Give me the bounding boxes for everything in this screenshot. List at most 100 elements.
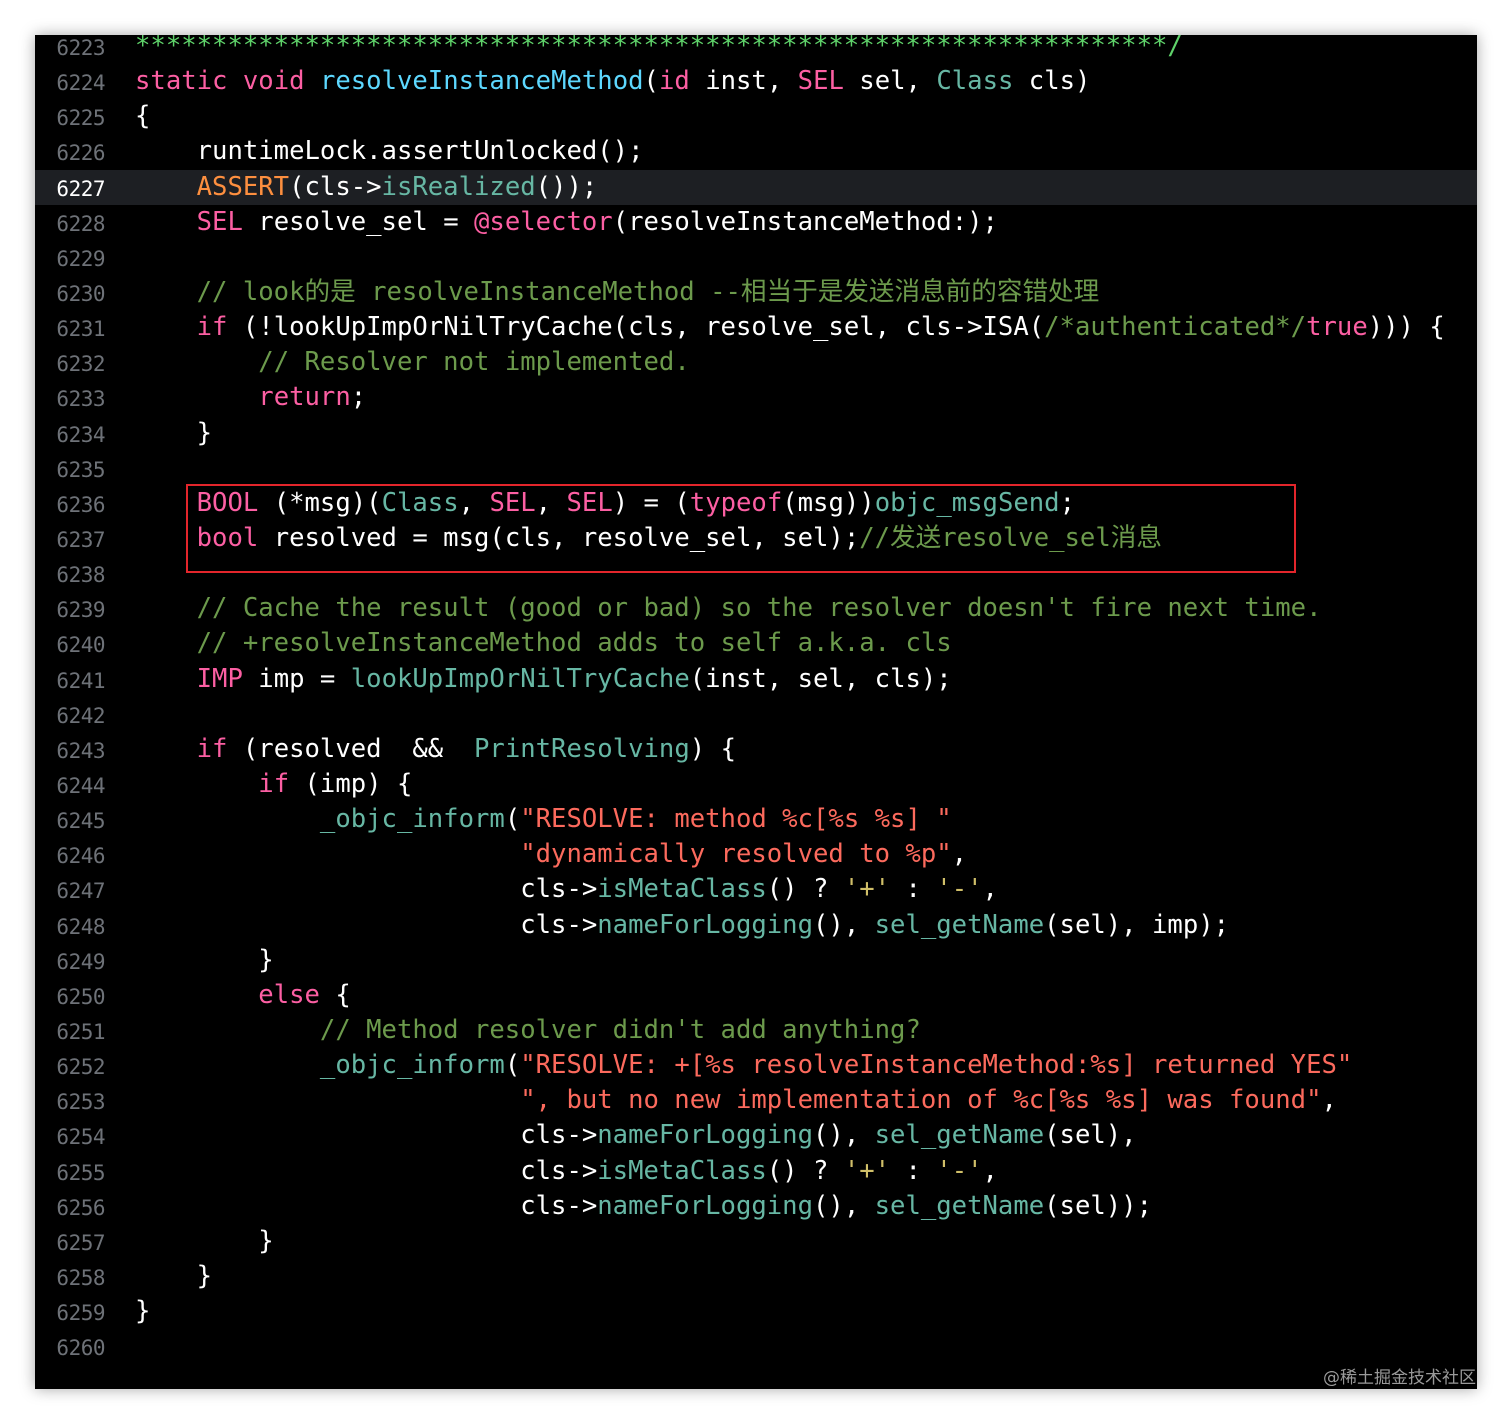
code-line[interactable]: 6243 if (resolved && PrintResolving) {: [35, 732, 1477, 767]
code-line[interactable]: 6242: [35, 697, 1477, 732]
code-token: ;: [1059, 487, 1076, 518]
line-number: 6231: [56, 317, 105, 342]
code-token: if: [196, 312, 228, 343]
code-line[interactable]: 6254 cls->nameForLogging(), sel_getName(…: [35, 1118, 1477, 1153]
code-text[interactable]: else {: [135, 978, 350, 1013]
line-number: 6232: [56, 352, 105, 377]
code-token: '+': [843, 1155, 891, 1186]
code-text[interactable]: bool resolved = msg(cls, resolve_sel, se…: [135, 521, 1162, 556]
code-token: IMP: [196, 663, 243, 694]
code-token: /*authenticated*/: [1044, 312, 1307, 343]
code-token: (imp) {: [289, 768, 413, 799]
code-line[interactable]: 6253 ", but no new implementation of %c[…: [35, 1083, 1477, 1118]
code-text[interactable]: }: [135, 1259, 212, 1294]
code-text[interactable]: cls->nameForLogging(), sel_getName(sel),…: [135, 908, 1229, 943]
code-text[interactable]: {: [135, 99, 150, 134]
code-line[interactable]: 6226 runtimeLock.assertUnlocked();: [35, 134, 1477, 169]
code-line[interactable]: 6258 }: [35, 1259, 1477, 1294]
code-text[interactable]: cls->nameForLogging(), sel_getName(sel))…: [135, 1189, 1152, 1224]
code-line[interactable]: 6233 return;: [35, 380, 1477, 415]
code-line[interactable]: 6255 cls->isMetaClass() ? '+' : '-',: [35, 1154, 1477, 1189]
code-text[interactable]: ASSERT(cls->isRealized());: [135, 170, 598, 205]
code-text[interactable]: }: [135, 1224, 273, 1259]
code-text[interactable]: _objc_inform("RESOLVE: method %c[%s %s] …: [135, 802, 952, 837]
code-text[interactable]: cls->isMetaClass() ? '+' : '-',: [135, 872, 998, 907]
code-text[interactable]: runtimeLock.assertUnlocked();: [135, 134, 644, 169]
code-token: {: [135, 101, 151, 132]
code-text[interactable]: static void resolveInstanceMethod(id ins…: [135, 64, 1090, 99]
line-number: 6228: [56, 211, 105, 236]
code-line[interactable]: 6244 if (imp) {: [35, 767, 1477, 802]
code-line[interactable]: 6246 "dynamically resolved to %p",: [35, 837, 1477, 872]
code-line[interactable]: 6248 cls->nameForLogging(), sel_getName(…: [35, 908, 1477, 943]
code-line[interactable]: 6249 }: [35, 943, 1477, 978]
code-line[interactable]: 6252 _objc_inform("RESOLVE: +[%s resolve…: [35, 1048, 1477, 1083]
code-line[interactable]: 6234 }: [35, 416, 1477, 451]
code-token: SEL: [196, 206, 243, 237]
code-line[interactable]: 6224 static void resolveInstanceMethod(id…: [35, 64, 1477, 99]
code-token: ) {: [689, 733, 736, 764]
code-editor[interactable]: 6223 ************************************…: [35, 35, 1477, 1364]
current-code-line[interactable]: 6227 ASSERT(cls->isRealized());: [35, 169, 1477, 205]
code-text[interactable]: if (resolved && PrintResolving) {: [135, 732, 736, 767]
code-text[interactable]: // +resolveInstanceMethod adds to self a…: [135, 626, 952, 661]
code-text[interactable]: return;: [135, 380, 366, 415]
code-text[interactable]: ****************************************…: [135, 35, 1183, 64]
code-text[interactable]: SEL resolve_sel = @selector(resolveInsta…: [135, 205, 998, 240]
code-text[interactable]: // Cache the result (good or bad) so the…: [135, 591, 1322, 626]
code-line[interactable]: 6230 // look的是 resolveInstanceMethod --相…: [35, 275, 1477, 310]
code-token: bool: [196, 522, 259, 553]
code-text[interactable]: ", but no new implementation of %c[%s %s…: [135, 1083, 1337, 1118]
code-line[interactable]: 6247 cls->isMetaClass() ? '+' : '-',: [35, 872, 1477, 907]
code-line[interactable]: 6256 cls->nameForLogging(), sel_getName(…: [35, 1189, 1477, 1224]
code-line[interactable]: 6236 BOOL (*msg)(Class, SEL, SEL) = (typ…: [35, 486, 1477, 521]
code-token: // look的是 resolveInstanceMethod --相当于是发送…: [196, 276, 1100, 307]
code-line[interactable]: 6225 {: [35, 99, 1477, 134]
line-number: 6236: [56, 492, 105, 517]
code-line[interactable]: 6237 bool resolved = msg(cls, resolve_se…: [35, 521, 1477, 556]
code-text[interactable]: _objc_inform("RESOLVE: +[%s resolveInsta…: [135, 1048, 1352, 1083]
code-text[interactable]: // look的是 resolveInstanceMethod --相当于是发送…: [135, 275, 1100, 310]
code-line[interactable]: 6231 if (!lookUpImpOrNilTryCache(cls, re…: [35, 310, 1477, 345]
code-text[interactable]: }: [135, 416, 212, 451]
code-line[interactable]: 6257 }: [35, 1224, 1477, 1259]
code-text[interactable]: cls->nameForLogging(), sel_getName(sel),: [135, 1118, 1136, 1153]
code-line[interactable]: 6251 // Method resolver didn't add anyth…: [35, 1013, 1477, 1048]
code-line[interactable]: 6223 ************************************…: [35, 35, 1477, 64]
code-text[interactable]: cls->isMetaClass() ? '+' : '-',: [135, 1154, 998, 1189]
code-text[interactable]: // Method resolver didn't add anything?: [135, 1013, 921, 1048]
code-line[interactable]: 6238: [35, 556, 1477, 591]
code-line[interactable]: 6232 // Resolver not implemented.: [35, 345, 1477, 380]
code-line[interactable]: 6229: [35, 240, 1477, 275]
code-text[interactable]: if (imp) {: [135, 767, 412, 802]
code-text[interactable]: }: [135, 1294, 150, 1329]
code-text[interactable]: }: [135, 943, 273, 978]
line-number: 6227: [56, 176, 105, 201]
code-token: nameForLogging: [597, 1120, 813, 1151]
code-token: typeof: [689, 487, 783, 518]
code-line[interactable]: 6228 SEL resolve_sel = @selector(resolve…: [35, 205, 1477, 240]
code-token: ;: [350, 382, 367, 413]
code-line[interactable]: 6250 else {: [35, 978, 1477, 1013]
code-text[interactable]: // Resolver not implemented.: [135, 345, 689, 380]
line-number: 6235: [56, 457, 105, 482]
code-line[interactable]: 6235: [35, 451, 1477, 486]
code-line[interactable]: 6260: [35, 1329, 1477, 1364]
code-text[interactable]: "dynamically resolved to %p",: [135, 837, 967, 872]
code-text[interactable]: IMP imp = lookUpImpOrNilTryCache(inst, s…: [135, 662, 952, 697]
code-line[interactable]: 6239 // Cache the result (good or bad) s…: [35, 591, 1477, 626]
code-token: (sel));: [1044, 1190, 1153, 1221]
line-number: 6245: [56, 809, 105, 834]
code-token: ,: [982, 1155, 998, 1186]
code-line[interactable]: 6240 // +resolveInstanceMethod adds to s…: [35, 626, 1477, 661]
code-line[interactable]: 6245 _objc_inform("RESOLVE: method %c[%s…: [35, 802, 1477, 837]
code-text[interactable]: if (!lookUpImpOrNilTryCache(cls, resolve…: [135, 310, 1445, 345]
line-number: 6252: [56, 1055, 105, 1080]
code-line[interactable]: 6259}: [35, 1294, 1477, 1329]
code-text[interactable]: BOOL (*msg)(Class, SEL, SEL) = (typeof(m…: [135, 486, 1075, 521]
code-token: isRealized: [381, 171, 536, 202]
code-line[interactable]: 6241 IMP imp = lookUpImpOrNilTryCache(in…: [35, 662, 1477, 697]
code-token: sel_getName: [874, 1190, 1045, 1221]
